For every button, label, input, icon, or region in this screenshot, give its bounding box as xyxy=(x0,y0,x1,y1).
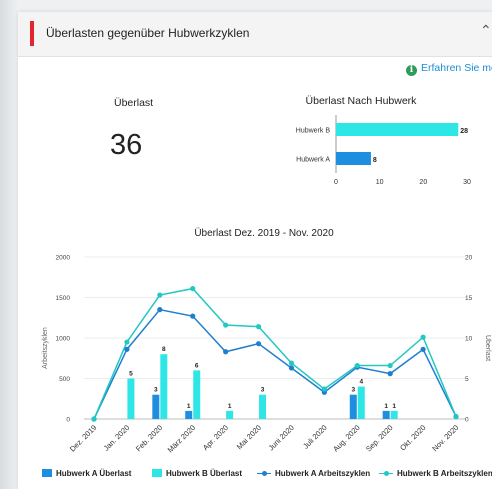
point-hubwerk-a-cycles xyxy=(387,371,393,377)
hbar-data-label: 28 xyxy=(460,128,468,135)
bar-data-label: 3 xyxy=(261,387,265,394)
legend-label: Hubwerk A Überlast xyxy=(56,469,132,478)
legend-item-hubwerk-b-overload[interactable]: Hubwerk B Überlast xyxy=(152,469,242,478)
bar-data-label: 4 xyxy=(359,379,363,386)
main-chart: 0500100015002000051015205381613 341 1Dez. … xyxy=(56,255,473,455)
x-tick-label: Aug. 2020 xyxy=(331,423,362,454)
bar-hubwerk-b-overload xyxy=(193,370,201,419)
hbar-tick-label: 30 xyxy=(463,179,471,186)
legend-item-hubwerk-a-cycles[interactable]: Hubwerk A Arbeitszyklen xyxy=(257,469,370,478)
charts-canvas: Überlast Nach Hubwerk Hubwerk B 28Hubwerk… xyxy=(42,95,492,455)
left-tick-label: 500 xyxy=(59,376,70,383)
x-tick-label: Apr. 2020 xyxy=(201,423,230,452)
bar-hubwerk-a-overload xyxy=(185,410,193,419)
bar-data-label: 1 xyxy=(392,403,396,410)
bar-data-label: 1 xyxy=(228,403,232,410)
hbar-tick-label: 10 xyxy=(376,179,384,186)
point-hubwerk-a-cycles xyxy=(223,349,229,355)
point-hubwerk-b-cycles xyxy=(190,285,196,292)
legend-swatch xyxy=(152,469,162,477)
bar-data-label: 8 xyxy=(162,346,166,353)
bar-hubwerk-b-overload xyxy=(226,410,234,419)
point-hubwerk-a-cycles xyxy=(420,346,426,352)
left-tick-label: 1000 xyxy=(56,336,71,343)
point-hubwerk-a-cycles xyxy=(255,341,262,347)
legend-swatch xyxy=(42,469,52,477)
overload-widget-card: Überlasten gegenüber Hubwerkzyklen ⌃ i Er… xyxy=(18,12,492,489)
main-chart-title: Überlast Dez. 2019 - Nov. 2020 xyxy=(194,227,334,239)
point-hubwerk-b-cycles xyxy=(288,360,295,366)
x-tick-label: März 2020 xyxy=(166,423,197,454)
point-hubwerk-b-cycles xyxy=(387,362,393,369)
left-tick-label: 1500 xyxy=(56,295,71,302)
x-tick-label: Juli 2020 xyxy=(301,423,329,451)
x-tick-label: Feb. 2020 xyxy=(134,423,164,453)
legend-label: Hubwerk B Arbeitszyklen xyxy=(397,469,492,478)
bar-data-label: 1 xyxy=(384,403,388,410)
legend-swatch xyxy=(379,469,393,477)
hbar-category-label: Hubwerk B xyxy=(296,128,331,135)
hbar-tick-label: 0 xyxy=(334,179,338,186)
bar-data-label: 5 xyxy=(129,371,133,378)
point-hubwerk-b-cycles xyxy=(157,292,163,298)
bar-hubwerk-b-overload xyxy=(390,410,398,419)
left-tick-label: 2000 xyxy=(56,255,71,262)
x-tick-label: Juni 2020 xyxy=(267,423,296,452)
right-tick-label: 10 xyxy=(465,336,473,343)
bar-hubwerk-a-overload xyxy=(152,394,160,419)
x-tick-label: Okt. 2020 xyxy=(398,423,427,452)
legend-label: Hubwerk A Arbeitszyklen xyxy=(275,469,371,478)
legend-item-hubwerk-b-cycles[interactable]: Hubwerk B Arbeitszyklen xyxy=(379,469,492,478)
x-tick-label: Nov. 2020 xyxy=(430,423,460,453)
hbar-chart: Hubwerk B 28 Hubwerk A 8 0 10 20 30 xyxy=(296,115,471,186)
point-hubwerk-b-cycles xyxy=(91,416,97,422)
point-hubwerk-b-cycles xyxy=(255,324,262,330)
point-hubwerk-a-cycles xyxy=(190,313,196,319)
legend-label: Hubwerk B Überlast xyxy=(166,469,243,478)
x-tick-label: Dez. 2019 xyxy=(68,423,99,454)
right-axis-label: Überlast xyxy=(484,335,492,361)
x-tick-label: Mai 2020 xyxy=(235,423,263,451)
point-hubwerk-b-cycles xyxy=(453,413,459,420)
bar-hubwerk-a-overload xyxy=(382,410,390,419)
point-hubwerk-b-cycles xyxy=(321,386,327,392)
bar-hubwerk-b-overload xyxy=(259,394,267,419)
point-hubwerk-b-cycles xyxy=(223,322,229,328)
hbar-bar xyxy=(336,152,371,165)
point-hubwerk-a-cycles xyxy=(157,307,163,313)
hbar-chart-title: Überlast Nach Hubwerk xyxy=(306,95,418,107)
bar-data-label: 6 xyxy=(195,362,199,369)
point-hubwerk-a-cycles xyxy=(124,346,130,352)
legend-swatch xyxy=(257,469,271,477)
left-axis-label: Arbeitszyklen xyxy=(42,327,49,369)
x-tick-label: Sep. 2020 xyxy=(364,423,395,454)
line-hubwerk-b-cycles xyxy=(93,287,457,420)
hbar-tick-label: 20 xyxy=(419,179,427,186)
bar-hubwerk-b-overload xyxy=(127,378,135,419)
x-tick-label: Jan. 2020 xyxy=(102,423,132,453)
hbar-bar xyxy=(336,123,459,136)
bar-hubwerk-a-overload xyxy=(349,394,357,419)
bar-data-label: 3 xyxy=(351,387,355,394)
point-hubwerk-b-cycles xyxy=(354,362,360,369)
bar-hubwerk-b-overload xyxy=(357,386,365,419)
point-hubwerk-b-cycles xyxy=(124,339,130,345)
hbar-data-label: 8 xyxy=(373,157,377,164)
point-hubwerk-b-cycles xyxy=(420,334,426,340)
bar-data-label: 1 xyxy=(187,403,191,410)
right-tick-label: 20 xyxy=(465,255,473,262)
legend-item-hubwerk-a-overload[interactable]: Hubwerk A Überlast xyxy=(42,469,131,478)
right-tick-label: 5 xyxy=(465,376,469,383)
left-tick-label: 0 xyxy=(66,417,70,424)
point-hubwerk-a-cycles xyxy=(288,365,295,371)
line-hubwerk-a-cycles xyxy=(93,308,457,420)
right-tick-label: 15 xyxy=(465,295,473,302)
right-tick-label: 0 xyxy=(465,417,469,424)
bar-hubwerk-b-overload xyxy=(160,354,168,419)
bar-data-label: 3 xyxy=(154,387,158,394)
hbar-category-label: Hubwerk A xyxy=(296,157,330,164)
